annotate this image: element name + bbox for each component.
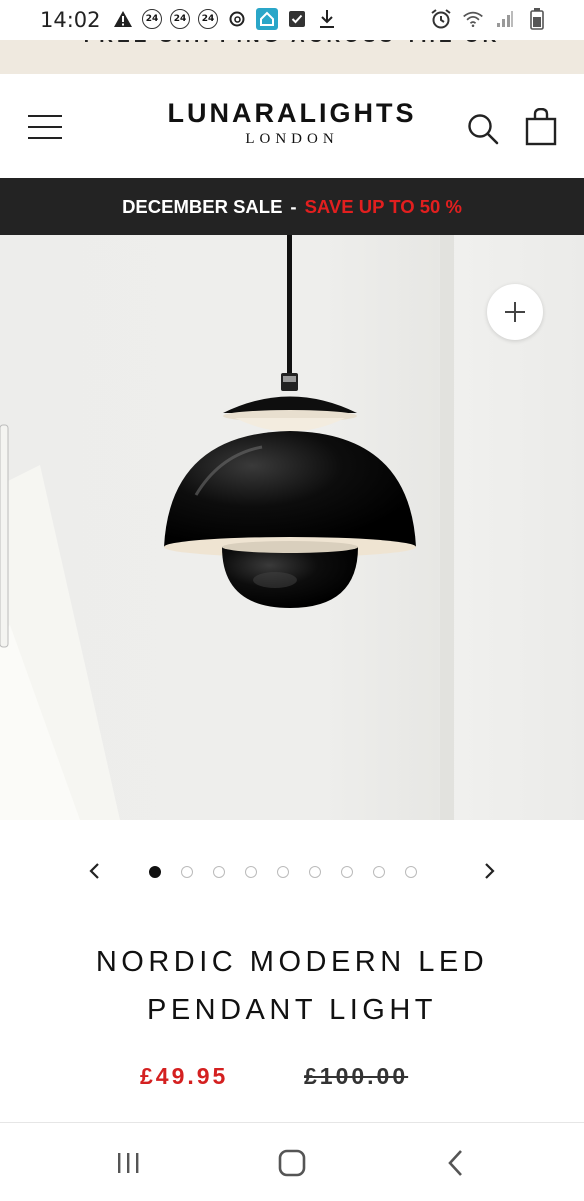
carousel-dot[interactable]	[213, 866, 225, 878]
home-icon[interactable]	[272, 1143, 312, 1183]
carousel-dot[interactable]	[149, 866, 161, 878]
product-title-line1: NORDIC MODERN LED	[95, 946, 489, 978]
shopping-bag-icon[interactable]	[524, 107, 558, 146]
carousel-dot[interactable]	[405, 866, 417, 878]
carousel-dot[interactable]	[277, 866, 289, 878]
sale-highlight: SAVE UP TO 50 %	[304, 195, 462, 217]
shipping-banner: FREE SHIPPING ACROSS THE UK	[0, 40, 584, 74]
original-price: £100.00	[304, 1063, 409, 1089]
sale-label: DECEMBER SALE	[122, 195, 283, 217]
notification-badge-24: 24	[142, 9, 162, 29]
alarm-icon	[430, 8, 452, 30]
back-icon[interactable]	[436, 1143, 476, 1183]
carousel-dot[interactable]	[181, 866, 193, 878]
wifi-icon	[462, 8, 484, 30]
sale-banner[interactable]: DECEMBER SALE - SAVE UP TO 50 %	[0, 178, 584, 235]
carousel-dots	[149, 866, 417, 878]
product-image[interactable]	[0, 235, 584, 820]
product-title: NORDIC MODERN LED PENDANT LIGHT	[0, 938, 584, 1034]
checkbox-icon	[286, 8, 308, 30]
warning-icon	[112, 8, 134, 30]
zoom-plus-icon[interactable]	[487, 284, 543, 340]
search-icon[interactable]	[466, 112, 500, 146]
notification-badge-24: 24	[198, 9, 218, 29]
threads-icon	[226, 8, 248, 30]
notification-badge-24: 24	[170, 9, 190, 29]
status-time: 14:02	[40, 8, 101, 32]
chevron-right-icon[interactable]	[474, 856, 504, 886]
home-app-icon	[256, 8, 278, 30]
product-title-line2: PENDANT LIGHT	[146, 994, 437, 1026]
signal-icon	[494, 8, 516, 30]
carousel-dot[interactable]	[309, 866, 321, 878]
system-nav-bar	[0, 1122, 584, 1201]
chevron-left-icon[interactable]	[80, 856, 110, 886]
price-block: £49.95 £100.00	[0, 1060, 584, 1096]
shipping-text: FREE SHIPPING ACROSS THE UK	[0, 40, 584, 48]
sale-separator: -	[290, 195, 297, 217]
image-carousel	[0, 850, 584, 894]
recent-apps-icon[interactable]	[108, 1143, 148, 1183]
carousel-dot[interactable]	[373, 866, 385, 878]
sale-price: £49.95	[140, 1063, 229, 1089]
status-bar: 14:02 24 24 24	[0, 0, 584, 40]
site-header: LUNARALIGHTS LONDON	[0, 74, 584, 178]
battery-icon	[526, 8, 548, 30]
download-icon	[316, 8, 338, 30]
carousel-dot[interactable]	[245, 866, 257, 878]
carousel-dot[interactable]	[341, 866, 353, 878]
